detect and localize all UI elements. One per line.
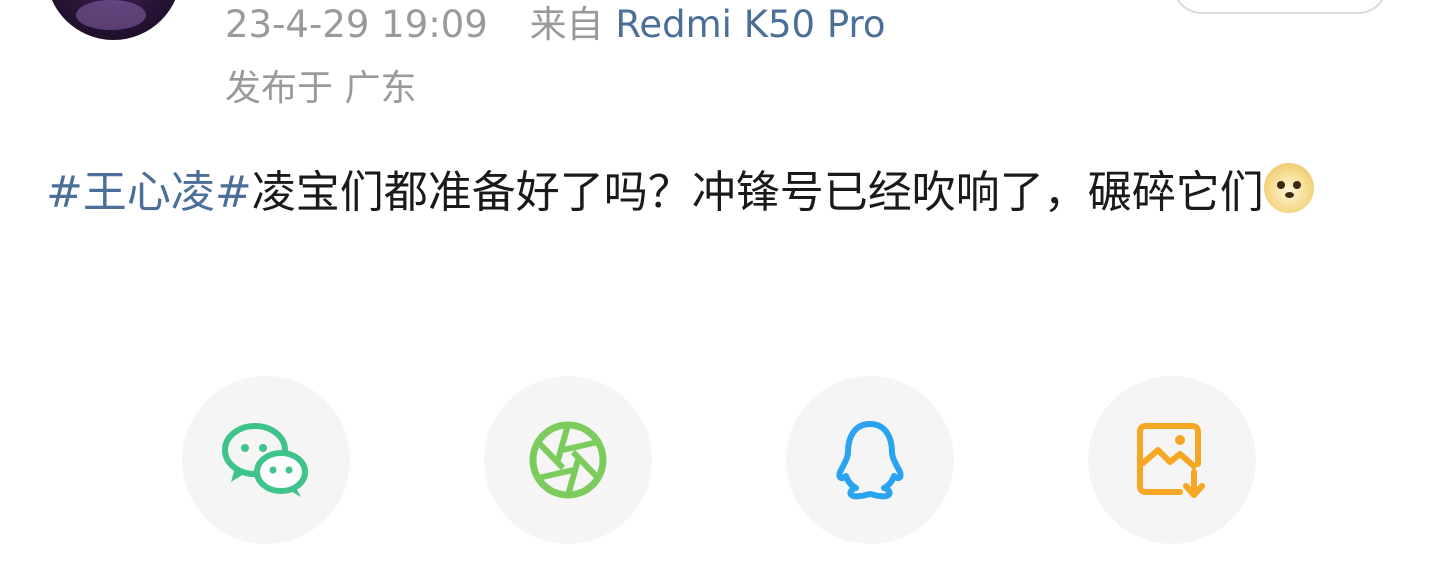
share-wechat-button[interactable]: [182, 376, 350, 544]
wechat-icon: [222, 423, 308, 497]
post-location: 发布于 广东: [225, 68, 417, 109]
save-image-icon: [1137, 423, 1205, 498]
qq-penguin-icon: [836, 421, 904, 500]
post-meta: 23-4-29 19:09 来自 Redmi K50 Pro: [225, 2, 886, 48]
share-qq-button[interactable]: [786, 376, 954, 544]
aperture-icon: [529, 421, 607, 499]
post-page: 23-4-29 19:09 来自 Redmi K50 Pro 发布于 广东 阅读…: [0, 0, 1440, 585]
device-link[interactable]: Redmi K50 Pro: [615, 3, 885, 46]
post-body: #王心凌#凌宝们都准备好了吗？冲锋号已经吹响了，碾碎它们: [46, 154, 1396, 232]
hashtag-link[interactable]: #王心凌#: [46, 167, 252, 218]
doge-emoji-icon: [1263, 163, 1314, 213]
read-button[interactable]: 阅读: [1172, 0, 1388, 14]
post-text: 凌宝们都准备好了吗？冲锋号已经吹响了，碾碎它们: [251, 167, 1264, 218]
source-prefix: 来自: [529, 3, 604, 46]
save-image-button[interactable]: [1088, 376, 1256, 544]
avatar[interactable]: [46, 0, 181, 40]
share-moments-button[interactable]: [484, 376, 652, 544]
post-time: 23-4-29 19:09: [225, 3, 488, 46]
